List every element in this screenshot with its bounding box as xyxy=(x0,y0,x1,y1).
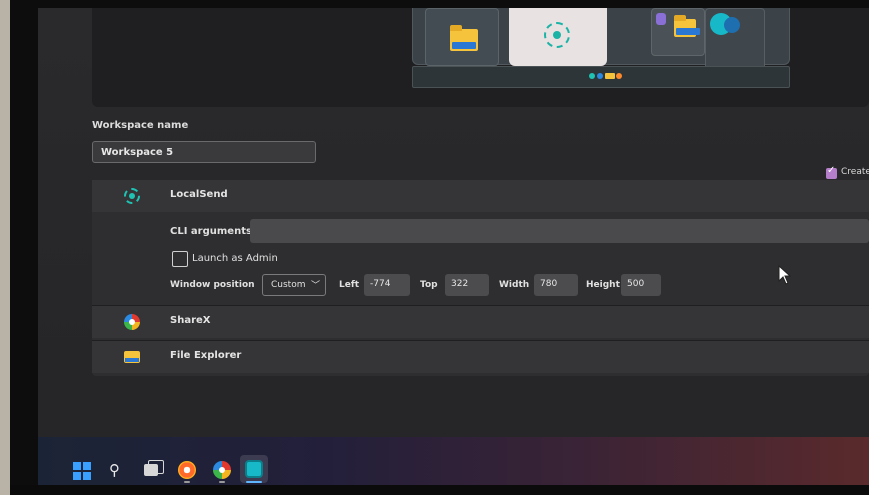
folder-icon xyxy=(674,15,700,37)
cli-arguments-label: CLI arguments xyxy=(170,226,252,237)
app-name: ShareX xyxy=(170,315,211,326)
folder-icon xyxy=(124,351,140,363)
width-input[interactable]: 780 xyxy=(534,274,578,296)
window-position-value: Custom xyxy=(271,280,306,290)
left-value: -774 xyxy=(370,279,391,289)
localsend-icon xyxy=(544,22,570,48)
top-value: 322 xyxy=(451,279,469,289)
localsend-icon xyxy=(124,188,140,204)
mouse-cursor-icon xyxy=(778,265,792,285)
wall-background xyxy=(0,0,10,495)
app-name: File Explorer xyxy=(170,350,242,361)
top-label: Top xyxy=(420,280,438,290)
app-icon xyxy=(656,13,666,25)
app-name: LocalSend xyxy=(170,189,228,200)
monitor-bezel-bottom xyxy=(10,485,869,495)
sharex-icon xyxy=(124,314,140,330)
left-input[interactable]: -774 xyxy=(364,274,410,296)
sharex-icon[interactable] xyxy=(213,461,231,479)
app-row-file-explorer[interactable]: File Explorer xyxy=(92,340,869,373)
sharex-icon xyxy=(724,17,740,33)
width-label: Width xyxy=(499,280,530,290)
monitor-screen: Workspace name Workspace 5 Create LocalS… xyxy=(38,8,869,485)
preview-window-localsend[interactable] xyxy=(509,8,607,66)
active-indicator xyxy=(246,481,262,483)
workspace-name-label: Workspace name xyxy=(92,120,189,131)
height-input[interactable]: 500 xyxy=(621,274,661,296)
app-icon[interactable] xyxy=(178,461,196,479)
workspaces-taskbar-button[interactable] xyxy=(240,455,268,483)
task-view-icon[interactable] xyxy=(144,460,164,476)
height-label: Height xyxy=(586,280,620,290)
launch-as-admin-label: Launch as Admin xyxy=(192,253,278,264)
height-value: 500 xyxy=(627,279,645,289)
create-shortcut-checkbox[interactable] xyxy=(826,165,837,179)
app-row-sharex[interactable]: ShareX xyxy=(92,305,869,338)
localsend-icon xyxy=(589,73,595,79)
preview-window-explorer[interactable] xyxy=(425,8,499,66)
monitor-bezel-top xyxy=(10,0,869,8)
chevron-down-icon: ﹀ xyxy=(311,281,321,291)
top-input[interactable]: 322 xyxy=(445,274,489,296)
sharex-icon xyxy=(597,73,603,79)
workspace-name-input[interactable]: Workspace 5 xyxy=(92,141,316,163)
workspaces-icon xyxy=(245,460,263,478)
running-indicator xyxy=(219,481,225,483)
monitor-bezel-left xyxy=(10,0,38,495)
create-shortcut-label: Create xyxy=(841,167,869,177)
app-icon xyxy=(616,73,622,79)
preview-taskbar xyxy=(412,66,790,88)
width-value: 780 xyxy=(540,279,558,289)
left-label: Left xyxy=(339,280,360,290)
windows-start-icon[interactable] xyxy=(73,462,91,480)
cli-arguments-input[interactable] xyxy=(250,219,869,243)
running-indicator xyxy=(184,481,190,483)
preview-window-b[interactable] xyxy=(705,8,765,72)
preview-monitor xyxy=(412,8,790,72)
folder-icon xyxy=(450,25,478,51)
folder-icon xyxy=(605,73,615,79)
photo-stage: Workspace name Workspace 5 Create LocalS… xyxy=(0,0,869,495)
preview-window-a[interactable] xyxy=(651,8,705,56)
window-position-label: Window position xyxy=(170,280,255,290)
app-row-localsend[interactable]: LocalSend xyxy=(92,180,869,212)
search-icon[interactable]: ⚲ xyxy=(109,461,120,479)
window-position-dropdown[interactable]: Custom ﹀ xyxy=(262,274,326,296)
launch-as-admin-checkbox[interactable] xyxy=(172,251,188,267)
